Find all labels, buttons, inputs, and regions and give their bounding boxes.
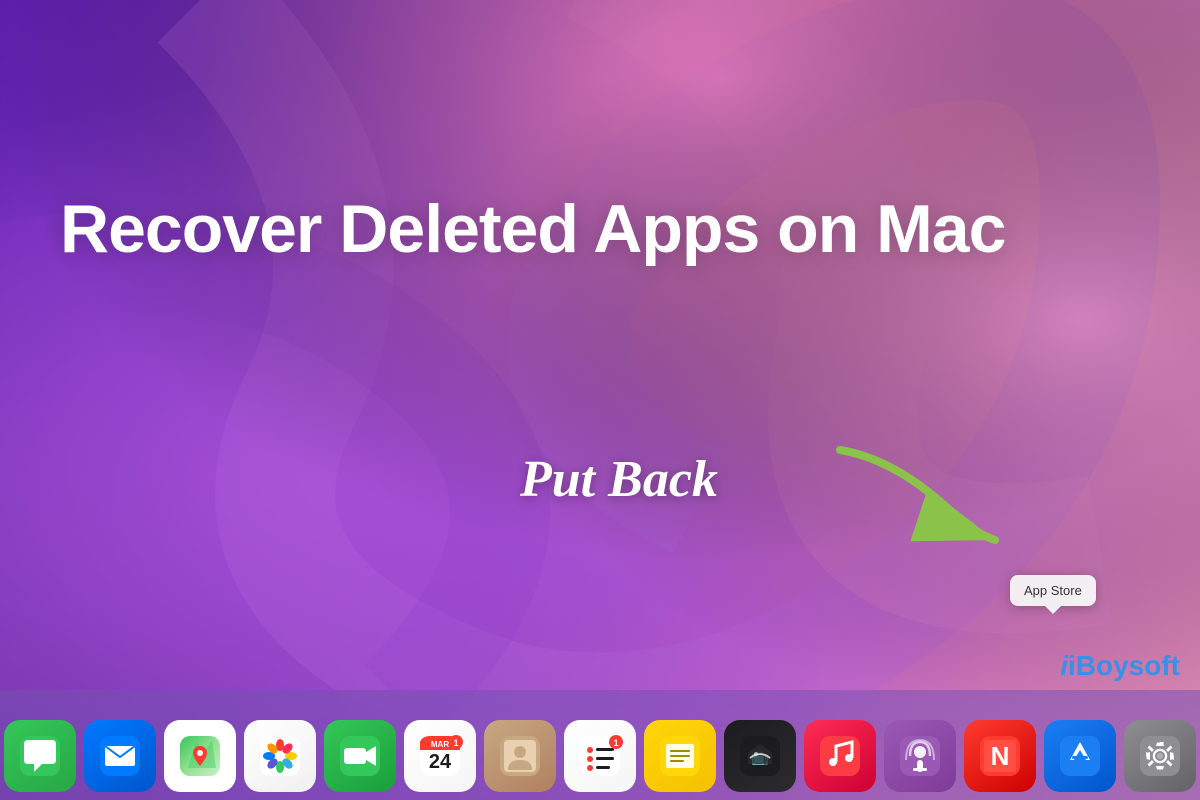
dock-icon-facetime[interactable] [324, 720, 396, 792]
svg-text:N: N [991, 741, 1010, 771]
dock-icon-calendar[interactable]: MAR 24 1 [404, 720, 476, 792]
dock-icon-music[interactable] [804, 720, 876, 792]
svg-text:1: 1 [613, 738, 618, 748]
tooltip-label: App Store [1010, 575, 1096, 606]
svg-text:MAR: MAR [431, 740, 449, 749]
dock-icon-maps[interactable] [164, 720, 236, 792]
arrow-icon [820, 440, 1020, 565]
main-title: Recover Deleted Apps on Mac [60, 190, 1005, 268]
swirl-overlay [0, 0, 1200, 800]
dock-icon-messages[interactable] [4, 720, 76, 792]
svg-text:24: 24 [429, 751, 452, 773]
dock: MAR 24 1 [0, 720, 1200, 792]
dock-icon-notes[interactable] [644, 720, 716, 792]
dock-icon-contacts[interactable] [484, 720, 556, 792]
put-back-label: Put Back [520, 450, 718, 509]
iboysoft-brand: iiBoysoft [1060, 650, 1180, 682]
dock-icon-photos[interactable] [244, 720, 316, 792]
dock-icon-podcasts[interactable] [884, 720, 956, 792]
svg-text:1: 1 [453, 738, 458, 748]
dock-icon-news[interactable]: N [964, 720, 1036, 792]
dock-container: MAR 24 1 [0, 690, 1200, 800]
dock-icon-reminders[interactable]: 1 [564, 720, 636, 792]
dock-icon-mail[interactable] [84, 720, 156, 792]
dock-icon-tv[interactable]: 📺 [724, 720, 796, 792]
dock-icon-appstore[interactable] [1044, 720, 1116, 792]
app-store-tooltip: App Store [1010, 575, 1096, 606]
dock-icon-system-preferences[interactable] [1124, 720, 1196, 792]
